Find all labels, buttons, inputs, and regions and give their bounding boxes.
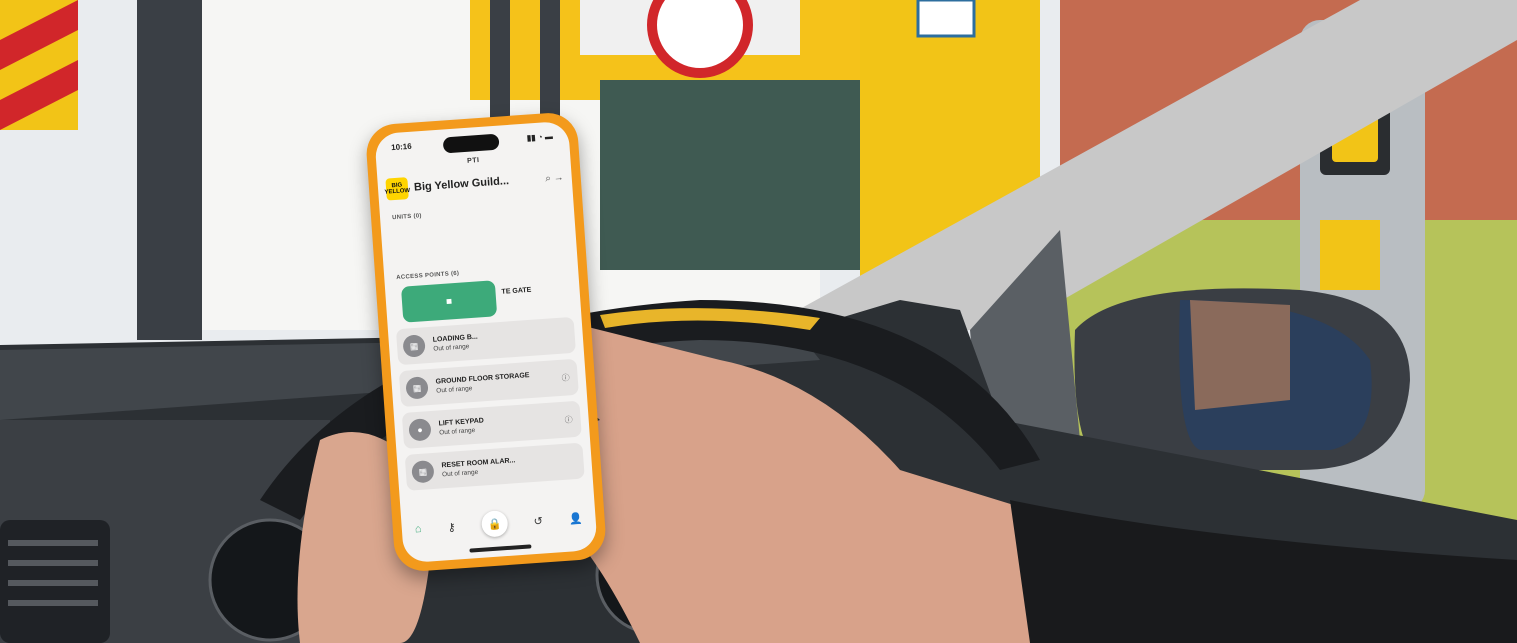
- lock-tab-icon[interactable]: 🔒: [480, 509, 509, 538]
- profile-tab-icon[interactable]: 👤: [568, 511, 583, 525]
- access-point-loading-bay[interactable]: ▦ LOADING B... Out of range: [395, 316, 576, 366]
- access-point-lift-keypad[interactable]: ● LIFT KEYPAD Out of range ⓘ: [401, 400, 582, 449]
- hazard-stripes: [0, 0, 78, 130]
- access-point-gate[interactable]: ■ TE GATE: [392, 274, 574, 324]
- photo-scene: 10:16 ▮▮ ◔ ▬ PTI BIG YELLOW Big Yellow G…: [0, 0, 1517, 643]
- site-header: BIG YELLOW Big Yellow Guild... ⌕ →: [384, 163, 565, 203]
- unlock-button[interactable]: ■: [400, 280, 498, 323]
- history-tab-icon[interactable]: ↺: [533, 514, 543, 528]
- smartphone: 10:16 ▮▮ ◔ ▬ PTI BIG YELLOW Big Yellow G…: [364, 111, 608, 573]
- home-tab-icon[interactable]: ⌂: [415, 523, 422, 535]
- logo-text: BIG YELLOW: [384, 182, 411, 196]
- access-points-heading: ACCESS POINTS (6): [396, 270, 460, 282]
- info-icon[interactable]: ⓘ: [564, 414, 573, 426]
- access-point-ground-floor[interactable]: ▦ GROUND FLOOR STORAGE Out of range ⓘ: [398, 358, 579, 408]
- bottom-tab-bar: ⌂ ⚷ 🔒 ↺ 👤: [401, 502, 597, 545]
- phone-screen: 10:16 ▮▮ ◔ ▬ PTI BIG YELLOW Big Yellow G…: [374, 120, 598, 564]
- unlock-icon: ■: [445, 295, 453, 308]
- side-mirror: [1074, 288, 1410, 470]
- units-heading: UNITS (0): [391, 213, 422, 222]
- header-nav-icon[interactable]: ⌕ →: [545, 172, 564, 184]
- status-time: 10:16: [390, 141, 412, 153]
- keypad-icon: ●: [408, 418, 432, 442]
- site-name[interactable]: Big Yellow Guild...: [414, 173, 540, 194]
- garage-icon: ▦: [405, 376, 429, 400]
- big-yellow-logo: BIG YELLOW: [384, 177, 411, 201]
- key-tab-icon[interactable]: ⚷: [447, 520, 456, 534]
- access-point-reset-room[interactable]: ▦ RESET ROOM ALAR... Out of range: [404, 442, 585, 491]
- garage-icon: ▦: [402, 334, 426, 358]
- signal-icon: ▮▮ ◔ ▬: [526, 131, 554, 143]
- garage-icon: ▦: [411, 459, 435, 484]
- access-point-title: TE GATE: [501, 286, 532, 296]
- air-vent: [0, 520, 110, 643]
- home-indicator: [469, 544, 532, 553]
- car-interior-background: [0, 0, 1517, 643]
- info-icon[interactable]: ⓘ: [561, 372, 570, 384]
